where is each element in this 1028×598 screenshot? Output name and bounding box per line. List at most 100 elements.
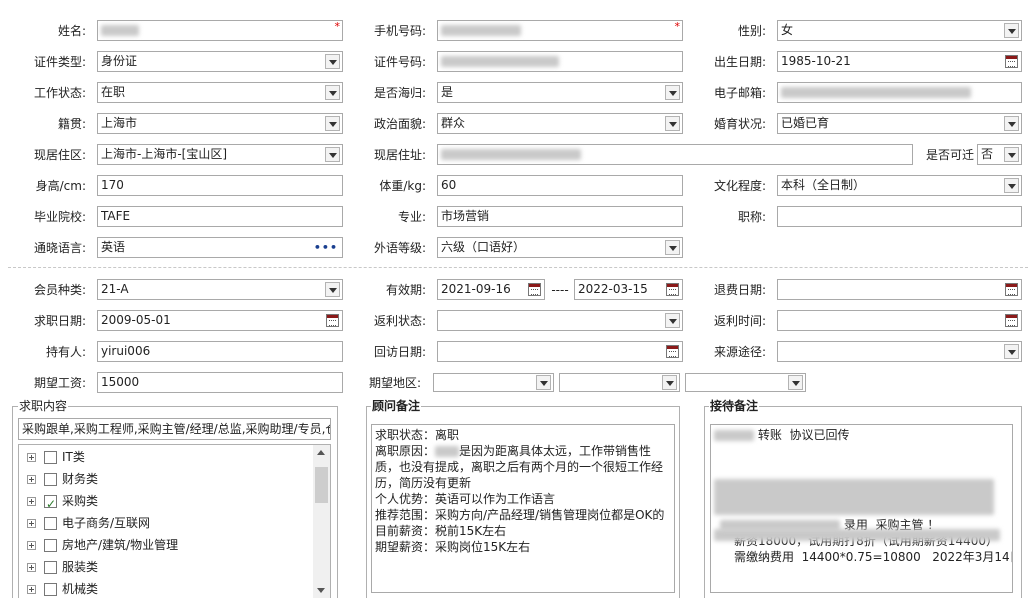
expected-area-province-select[interactable]	[433, 373, 554, 392]
political-status-select[interactable]: 群众	[437, 113, 683, 134]
revisit-date-input[interactable]	[437, 341, 683, 362]
tree-item[interactable]: 房地产/建筑/物业管理	[27, 534, 178, 556]
tree-item[interactable]: 服装类	[27, 556, 98, 578]
reception-note-textarea[interactable]: 转账 协议已回传 录用 采购主管 ！ 薪资18000，试用期打8折（试用期薪资1…	[710, 424, 1013, 593]
note-line-suffix: 是因为距离具体太远，工作带销售性	[459, 444, 652, 458]
weight-value: 60	[441, 178, 457, 192]
label-education: 文化程度:	[713, 179, 766, 193]
tree-item[interactable]: 财务类	[27, 468, 98, 490]
school-input[interactable]: TAFE	[97, 206, 343, 227]
tree-scrollbar[interactable]	[313, 445, 330, 598]
label-id-number: 证件号码:	[373, 55, 426, 69]
birth-date-input[interactable]: 1985-10-21	[777, 51, 1022, 72]
chevron-down-icon[interactable]	[325, 282, 340, 297]
expand-plus-icon[interactable]	[27, 475, 36, 484]
job-title-input[interactable]	[777, 206, 1022, 227]
native-place-select[interactable]: 上海市	[97, 113, 343, 134]
calendar-icon[interactable]	[528, 283, 541, 296]
chevron-down-icon[interactable]	[662, 375, 677, 390]
chevron-down-icon[interactable]	[665, 240, 680, 255]
chevron-down-icon[interactable]	[536, 375, 551, 390]
redacted-phone	[441, 25, 521, 36]
expand-plus-icon[interactable]	[27, 497, 36, 506]
chevron-down-icon[interactable]	[1004, 344, 1019, 359]
checkbox[interactable]	[44, 451, 57, 464]
height-input[interactable]: 170	[97, 175, 343, 196]
scrollbar-thumb[interactable]	[315, 467, 328, 503]
validity-end-input[interactable]: 2022-03-15	[574, 279, 683, 300]
apply-date-input[interactable]: 2009-05-01	[97, 310, 343, 331]
chevron-down-icon[interactable]	[325, 116, 340, 131]
expected-salary-input[interactable]: 15000	[97, 372, 343, 393]
calendar-icon[interactable]	[666, 345, 679, 358]
chevron-down-icon[interactable]	[1004, 116, 1019, 131]
rebate-status-select[interactable]	[437, 310, 683, 331]
expand-plus-icon[interactable]	[27, 453, 36, 462]
calendar-icon[interactable]	[326, 314, 339, 327]
chevron-down-icon[interactable]	[1004, 23, 1019, 38]
current-district-select[interactable]: 上海市-上海市-[宝山区]	[97, 144, 343, 165]
expand-plus-icon[interactable]	[27, 541, 36, 550]
checkbox[interactable]	[44, 517, 57, 530]
expand-plus-icon[interactable]	[27, 585, 36, 594]
rebate-time-input[interactable]	[777, 310, 1022, 331]
tree-item-label: IT类	[62, 450, 85, 464]
education-value: 本科（全日制）	[781, 178, 866, 192]
chevron-down-icon[interactable]	[788, 375, 803, 390]
calendar-icon[interactable]	[1005, 55, 1018, 68]
chevron-down-icon[interactable]	[325, 54, 340, 69]
email-input[interactable]	[777, 82, 1022, 103]
tree-item[interactable]: 采购类	[27, 490, 98, 515]
refund-date-input[interactable]	[777, 279, 1022, 300]
chevron-down-icon[interactable]	[665, 85, 680, 100]
calendar-icon[interactable]	[1005, 283, 1018, 296]
calendar-icon[interactable]	[666, 283, 679, 296]
education-select[interactable]: 本科（全日制）	[777, 175, 1022, 196]
consultant-note-textarea[interactable]: 求职状态：离职 离职原因： 是因为距离具体太远，工作带销售性 质，也没有提成，离职…	[371, 424, 675, 593]
chevron-down-icon[interactable]	[1004, 178, 1019, 193]
member-type-select[interactable]: 21-A	[97, 279, 343, 300]
language-input[interactable]: 英语 •••	[97, 237, 343, 258]
calendar-icon[interactable]	[1005, 314, 1018, 327]
label-native-place: 籍贯:	[57, 117, 86, 131]
checkbox[interactable]	[44, 473, 57, 486]
chevron-down-icon[interactable]	[325, 147, 340, 162]
holder-input[interactable]: yirui006	[97, 341, 343, 362]
checkbox[interactable]	[44, 561, 57, 574]
chevron-down-icon[interactable]	[665, 116, 680, 131]
source-select[interactable]	[777, 341, 1022, 362]
expand-plus-icon[interactable]	[27, 563, 36, 572]
weight-input[interactable]: 60	[437, 175, 683, 196]
scroll-down-icon[interactable]	[317, 588, 325, 593]
chevron-down-icon[interactable]	[1004, 147, 1019, 162]
tree-item[interactable]: IT类	[27, 446, 85, 468]
language-level-select[interactable]: 六级（口语好）	[437, 237, 683, 258]
expected-area-city-select[interactable]	[559, 373, 680, 392]
validity-start-input[interactable]: 2021-09-16	[437, 279, 545, 300]
tree-item[interactable]: 电子商务/互联网	[27, 512, 150, 534]
more-dots-icon[interactable]: •••	[314, 238, 338, 257]
can-relocate-select[interactable]: 否	[977, 144, 1022, 165]
job-content-summary-input[interactable]: 采购跟单,采购工程师,采购主管/经理/总监,采购助理/专员,仓	[18, 418, 331, 440]
checkbox[interactable]	[44, 539, 57, 552]
returnee-select[interactable]: 是	[437, 82, 683, 103]
marital-status-select[interactable]: 已婚已育	[777, 113, 1022, 134]
id-number-input[interactable]	[437, 51, 683, 72]
major-input[interactable]: 市场营销	[437, 206, 683, 227]
expand-plus-icon[interactable]	[27, 519, 36, 528]
consultant-note-title: 顾问备注	[371, 399, 422, 413]
checkbox-checked[interactable]	[44, 493, 57, 515]
expected-area-district-select[interactable]	[685, 373, 806, 392]
gender-select[interactable]: 女	[777, 20, 1022, 41]
tree-item[interactable]: 机械类	[27, 578, 98, 598]
checkbox[interactable]	[44, 583, 57, 596]
work-status-select[interactable]: 在职	[97, 82, 343, 103]
section-divider	[8, 267, 1028, 268]
scroll-up-icon[interactable]	[317, 450, 325, 455]
chevron-down-icon[interactable]	[665, 313, 680, 328]
current-address-input[interactable]	[437, 144, 913, 165]
id-type-select[interactable]: 身份证	[97, 51, 343, 72]
name-input[interactable]: *	[97, 20, 343, 41]
phone-input[interactable]: *	[437, 20, 683, 41]
chevron-down-icon[interactable]	[325, 85, 340, 100]
